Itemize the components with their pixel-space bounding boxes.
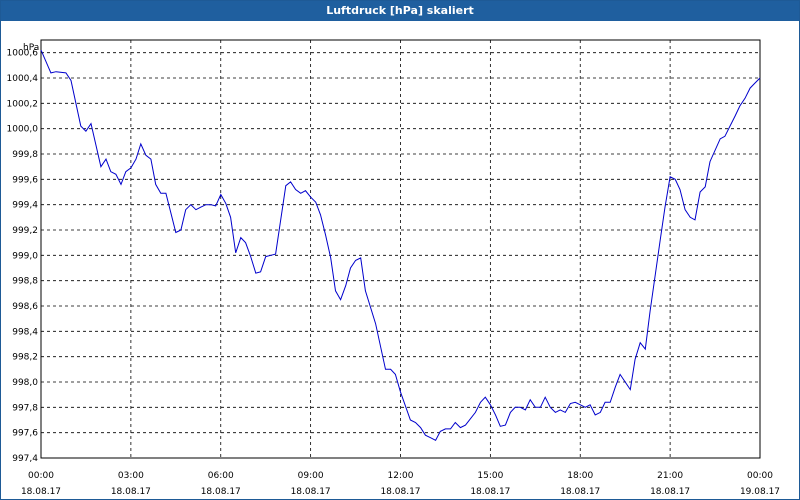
y-tick-label: 999,2 xyxy=(12,226,38,236)
y-tick-label: 999,4 xyxy=(12,201,38,211)
x-tick-time-label: 00:00 xyxy=(28,471,54,481)
x-tick-date-label: 18.08.17 xyxy=(380,487,420,497)
x-tick-time-label: 00:00 xyxy=(747,471,773,481)
y-tick-label: 1000,4 xyxy=(7,74,39,84)
y-tick-label: 999,0 xyxy=(12,251,38,261)
y-tick-label: 998,0 xyxy=(12,378,38,388)
x-tick-time-label: 12:00 xyxy=(388,471,414,481)
x-tick-date-label: 18.08.17 xyxy=(470,487,510,497)
y-tick-label: 997,8 xyxy=(12,403,38,413)
x-tick-date-label: 18.08.17 xyxy=(650,487,690,497)
x-tick-date-label: 19.08.17 xyxy=(740,487,780,497)
y-tick-label: 1000,2 xyxy=(7,99,39,109)
x-tick-time-label: 03:00 xyxy=(118,471,144,481)
x-tick-date-label: 18.08.17 xyxy=(291,487,331,497)
x-tick-time-label: 18:00 xyxy=(567,471,593,481)
x-tick-date-label: 18.08.17 xyxy=(111,487,151,497)
x-tick-date-label: 18.08.17 xyxy=(201,487,241,497)
y-tick-label: 1000,6 xyxy=(7,49,39,59)
x-axis-ticks: 00:00 18.08.17 03:00 18.08.17 06:00 18.08.17 0… xyxy=(21,471,780,497)
y-tick-label: 998,2 xyxy=(12,353,38,363)
x-tick-time-label: 15:00 xyxy=(477,471,503,481)
x-tick-time-label: 21:00 xyxy=(657,471,683,481)
x-tick-time-label: 09:00 xyxy=(298,471,324,481)
y-tick-label: 998,8 xyxy=(12,277,38,287)
y-tick-label: 999,8 xyxy=(12,150,38,160)
y-tick-label: 999,6 xyxy=(12,175,38,185)
y-tick-label: 998,4 xyxy=(12,327,38,337)
y-tick-label: 998,6 xyxy=(12,302,38,312)
x-tick-date-label: 18.08.17 xyxy=(560,487,600,497)
chart-window: Luftdruck [hPa] skaliert hPa 997,4 997,6 9… xyxy=(0,0,800,500)
y-tick-label: 997,6 xyxy=(12,429,38,439)
y-tick-label: 1000,0 xyxy=(7,125,39,135)
pressure-chart: hPa 997,4997,6997,8998,0998,2998,4998,69… xyxy=(7,39,780,497)
y-tick-label: 997,4 xyxy=(12,454,38,464)
x-tick-date-label: 18.08.17 xyxy=(21,487,61,497)
x-tick-time-label: 06:00 xyxy=(208,471,234,481)
grid xyxy=(40,40,761,459)
y-axis-ticks: 997,4 997,6 997,8 998,0 998,2 998,4 998,6 998,8… xyxy=(7,49,39,464)
